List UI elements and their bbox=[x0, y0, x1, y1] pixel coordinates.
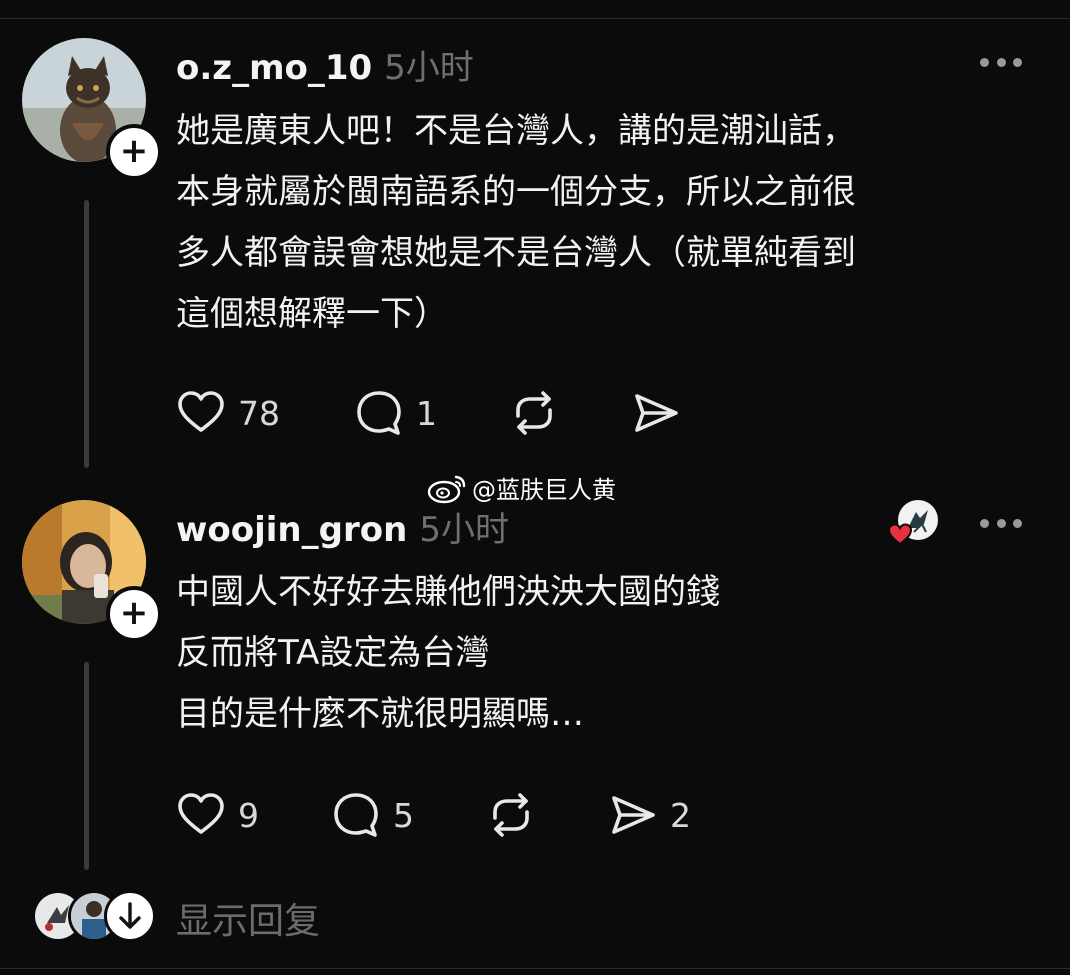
post-header: woojin_gron 5小时 bbox=[176, 502, 509, 551]
bottom-divider bbox=[0, 968, 1070, 969]
heart-icon bbox=[178, 391, 224, 432]
heart-icon bbox=[178, 793, 224, 834]
post-actions: 78 1 bbox=[176, 388, 681, 438]
post-text: 她是廣東人吧！不是台灣人，講的是潮汕話， 本身就屬於閩南語系的一個分支，所以之前… bbox=[176, 107, 1046, 338]
share-button[interactable] bbox=[631, 388, 681, 438]
post-text-line: 這個想解釋一下） bbox=[176, 294, 448, 334]
post-text-line: 她是廣東人吧！不是台灣人，講的是潮汕話， bbox=[176, 111, 856, 151]
liked-by-author-badge bbox=[887, 498, 938, 548]
share-count: 2 bbox=[670, 795, 691, 835]
username[interactable]: o.z_mo_10 bbox=[176, 48, 372, 88]
repost-icon bbox=[516, 391, 552, 435]
repost-button[interactable] bbox=[486, 790, 608, 840]
more-options-icon[interactable] bbox=[980, 517, 1022, 529]
follow-plus-button[interactable]: + bbox=[106, 586, 162, 642]
send-icon bbox=[612, 796, 655, 834]
timestamp: 5小时 bbox=[384, 48, 474, 88]
arrow-down-icon bbox=[119, 902, 141, 929]
expand-replies-arrow[interactable] bbox=[104, 890, 156, 942]
comment-icon bbox=[334, 793, 378, 837]
like-count: 78 bbox=[238, 393, 280, 433]
comment-button[interactable]: 1 bbox=[354, 388, 509, 438]
timestamp: 5小时 bbox=[419, 510, 509, 550]
post-text: 中國人不好好去賺他們泱泱大國的錢 反而將TA設定為台灣 目的是什麼不就很明顯嗎… bbox=[176, 568, 1046, 738]
like-button[interactable]: 9 bbox=[176, 790, 331, 840]
avatar-o-z-mo-10[interactable]: + bbox=[22, 38, 162, 180]
comment-button[interactable]: 5 bbox=[331, 790, 486, 840]
top-divider bbox=[0, 18, 1070, 19]
username[interactable]: woojin_gron bbox=[176, 510, 407, 550]
show-replies-link[interactable]: 显示回复 bbox=[176, 892, 320, 944]
send-icon bbox=[635, 394, 678, 432]
comment-count: 1 bbox=[416, 393, 437, 433]
weibo-icon bbox=[427, 475, 466, 503]
share-button[interactable]: 2 bbox=[608, 790, 691, 840]
repost-icon bbox=[493, 793, 529, 837]
post-text-line: 中國人不好好去賺他們泱泱大國的錢 bbox=[176, 572, 720, 612]
like-button[interactable]: 78 bbox=[176, 388, 354, 438]
post-text-line: 反而將TA設定為台灣 bbox=[176, 633, 490, 673]
post-text-line: 目的是什麼不就很明顯嗎… bbox=[176, 694, 584, 734]
like-count: 9 bbox=[238, 795, 259, 835]
thread-connector-line bbox=[84, 200, 89, 468]
comment-icon bbox=[357, 391, 401, 435]
thread-connector-line bbox=[84, 662, 89, 870]
avatar-woojin-gron[interactable]: + bbox=[22, 500, 162, 642]
post-text-line: 多人都會誤會想她是不是台灣人（就單純看到 bbox=[176, 233, 856, 273]
post-header: o.z_mo_10 5小时 bbox=[176, 40, 474, 89]
watermark-text: @蓝肤巨人黄 bbox=[472, 476, 616, 504]
post-text-line: 本身就屬於閩南語系的一個分支，所以之前很 bbox=[176, 172, 856, 212]
weibo-watermark: @蓝肤巨人黄 bbox=[426, 470, 616, 505]
reply-avatars[interactable] bbox=[32, 890, 156, 942]
repost-button[interactable] bbox=[509, 388, 631, 438]
comment-count: 5 bbox=[393, 795, 414, 835]
follow-plus-button[interactable]: + bbox=[106, 124, 162, 180]
post-actions: 9 5 2 bbox=[176, 790, 691, 840]
heart-icon bbox=[887, 523, 913, 546]
more-options-icon[interactable] bbox=[980, 56, 1022, 68]
